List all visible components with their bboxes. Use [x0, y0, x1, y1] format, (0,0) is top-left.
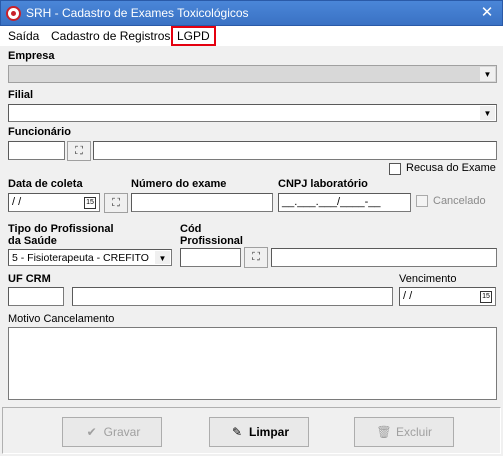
data-coleta-value: / / — [12, 196, 22, 208]
gravar-button[interactable]: ✔ Gravar — [62, 417, 162, 447]
menu-lgpd[interactable]: LGPD — [171, 26, 216, 46]
gravar-label: Gravar — [103, 425, 141, 439]
motivo-cancelamento-textarea[interactable] — [8, 327, 497, 400]
cnpj-input[interactable]: __.___.___/____-__ — [278, 193, 411, 212]
cancelado-checkbox[interactable] — [416, 195, 428, 207]
search-data-button[interactable]: ⛶ — [104, 193, 128, 213]
numero-exame-input[interactable] — [131, 193, 273, 212]
motivo-cancelamento-label: Motivo Cancelamento — [8, 313, 115, 325]
search-funcionario-button[interactable]: ⛶ — [67, 141, 91, 161]
funcionario-code-input[interactable] — [8, 141, 65, 160]
close-button[interactable]: ✕ — [473, 3, 501, 23]
excluir-label: Excluir — [395, 425, 432, 439]
cancelado-label: Cancelado — [433, 195, 486, 207]
menu-bar: Saída Cadastro de Registros LGPD — [0, 26, 503, 46]
eraser-icon: ✎ — [231, 425, 243, 439]
chevron-down-icon[interactable]: ▼ — [155, 251, 170, 264]
cod-profissional-label-2: Profissional — [180, 235, 243, 247]
funcionario-label: Funcionário — [8, 126, 71, 138]
uf-crm-label: UF CRM — [8, 273, 51, 285]
chevron-down-icon[interactable]: ▼ — [480, 106, 495, 120]
profissional-name-input[interactable] — [271, 248, 497, 267]
filial-select[interactable]: ▼ — [8, 104, 497, 122]
window-title: SRH - Cadastro de Exames Toxicológicos — [26, 6, 249, 20]
excluir-button[interactable]: 🗑 Excluir — [354, 417, 454, 447]
vencimento-input[interactable]: / / 15 — [399, 287, 496, 306]
cod-profissional-input[interactable] — [180, 248, 241, 267]
tipo-profissional-value: 5 - Fisioterapeuta - CREFITO — [12, 252, 149, 264]
menu-saida[interactable]: Saída — [2, 26, 45, 46]
numero-exame-label: Número do exame — [131, 178, 227, 190]
empresa-label: Empresa — [8, 50, 55, 62]
tipo-profissional-select[interactable]: 5 - Fisioterapeuta - CREFITO ▼ — [8, 249, 172, 266]
vencimento-value: / / — [403, 290, 413, 302]
data-coleta-input[interactable]: / / 15 — [8, 193, 100, 212]
binoculars-icon: ⛶ — [252, 251, 260, 263]
cod-profissional-label: Cód — [180, 223, 202, 235]
crm-input[interactable] — [72, 287, 393, 306]
limpar-label: Limpar — [248, 425, 289, 439]
menu-cadastro-registros[interactable]: Cadastro de Registros — [45, 26, 176, 46]
recusa-label: Recusa do Exame — [406, 162, 496, 174]
calendar-icon[interactable]: 15 — [480, 291, 492, 303]
uf-input[interactable] — [8, 287, 64, 306]
trash-icon: 🗑 — [376, 425, 392, 439]
recusa-checkbox[interactable] — [389, 163, 401, 175]
data-coleta-label: Data de coleta — [8, 178, 83, 190]
tipo-profissional-label-2: da Saúde — [8, 235, 57, 247]
tipo-profissional-label: Tipo do Profissional — [8, 223, 114, 235]
cnpj-label: CNPJ laboratório — [278, 178, 368, 190]
vencimento-label: Vencimento — [399, 273, 457, 285]
check-icon: ✔ — [86, 425, 97, 439]
calendar-icon[interactable]: 15 — [84, 197, 96, 209]
empresa-select[interactable]: ▼ — [8, 65, 497, 83]
app-logo-icon — [6, 6, 21, 21]
funcionario-name-input[interactable] — [93, 141, 497, 160]
filial-label: Filial — [8, 89, 34, 101]
title-bar: SRH - Cadastro de Exames Toxicológicos ✕ — [0, 0, 503, 26]
binoculars-icon: ⛶ — [112, 197, 120, 209]
binoculars-icon: ⛶ — [75, 145, 83, 157]
search-profissional-button[interactable]: ⛶ — [244, 247, 268, 268]
chevron-down-icon[interactable]: ▼ — [480, 67, 495, 81]
limpar-button[interactable]: ✎ Limpar — [209, 417, 309, 447]
